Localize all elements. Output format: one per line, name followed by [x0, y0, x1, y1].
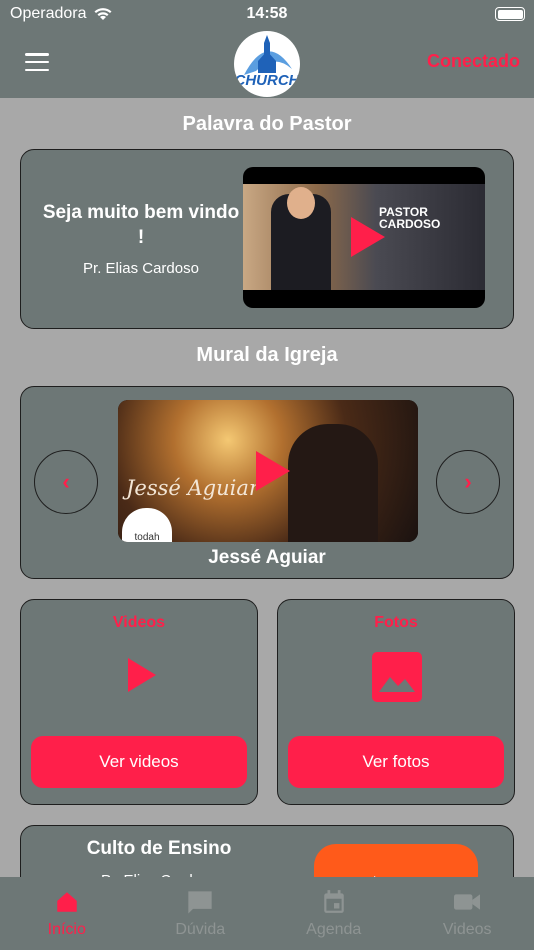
mural-section-title: Mural da Igreja: [196, 344, 338, 366]
videocam-icon: [454, 894, 481, 910]
tab-question-label: Dúvida: [175, 921, 226, 938]
tab-videos-label: Videos: [442, 921, 492, 938]
pastor-card: Seja muito bem vindo ! Pr. Elias Cardoso…: [20, 149, 514, 329]
view-photos-button[interactable]: Ver fotos: [288, 736, 504, 788]
tab-home-label: Início: [47, 921, 86, 938]
app-header: CHURCH Conectado: [0, 28, 534, 98]
photos-tile: Fotos Ver fotos: [277, 599, 515, 805]
pastor-section-title: Palavra do Pastor: [182, 113, 352, 135]
tab-agenda-label: Agenda: [306, 921, 362, 938]
clock: 14:58: [246, 5, 288, 22]
church-logo: CHURCH: [234, 31, 300, 97]
pastor-name: Pr. Elias Cardoso: [83, 260, 199, 277]
view-videos-button[interactable]: Ver videos: [31, 736, 247, 788]
connection-status[interactable]: Conectado: [427, 51, 520, 72]
pastor-video[interactable]: PASTOR CARDOSO: [243, 167, 485, 308]
videos-tile: Videos Ver videos: [20, 599, 258, 805]
videos-tile-title: Videos: [112, 614, 166, 631]
mural-video[interactable]: Jessé Aguiar todah: [118, 400, 418, 542]
singer-figure: [288, 424, 378, 542]
chevron-right-icon: ›: [464, 469, 472, 494]
battery-icon: [495, 7, 525, 21]
image-icon: [372, 652, 422, 702]
carousel-prev-button[interactable]: ‹: [34, 450, 98, 514]
play-icon: [128, 658, 156, 692]
tab-question[interactable]: Dúvida: [134, 877, 268, 950]
tab-videos[interactable]: Videos: [401, 877, 534, 950]
welcome-title: Seja muito bem vindo !: [42, 202, 240, 248]
menu-button[interactable]: [25, 53, 49, 71]
home-icon: [57, 892, 77, 912]
tab-home[interactable]: Início: [0, 877, 134, 950]
teaching-title: Culto de Ensino: [86, 838, 232, 859]
chat-icon: [188, 891, 212, 914]
carousel-caption: Jessé Aguiar: [208, 547, 326, 568]
status-bar: Operadora 14:58: [0, 0, 534, 28]
photos-tile-title: Fotos: [374, 614, 418, 631]
menu-icon: [25, 53, 49, 56]
mural-card: ‹ Jessé Aguiar todah › Jessé Aguiar: [20, 386, 514, 579]
video-overlay-line2: CARDOSO: [379, 217, 441, 231]
mural-overlay-text: Jessé Aguiar: [126, 476, 259, 500]
carousel-next-button[interactable]: ›: [436, 450, 500, 514]
calendar-icon: [324, 890, 344, 913]
chevron-left-icon: ‹: [62, 469, 70, 494]
play-icon: [256, 451, 290, 491]
tab-agenda[interactable]: Agenda: [267, 877, 401, 950]
logo-text: CHURCH: [234, 72, 300, 89]
tab-bar: Início Dúvida Agenda Videos: [0, 877, 534, 950]
play-icon: [351, 217, 385, 257]
